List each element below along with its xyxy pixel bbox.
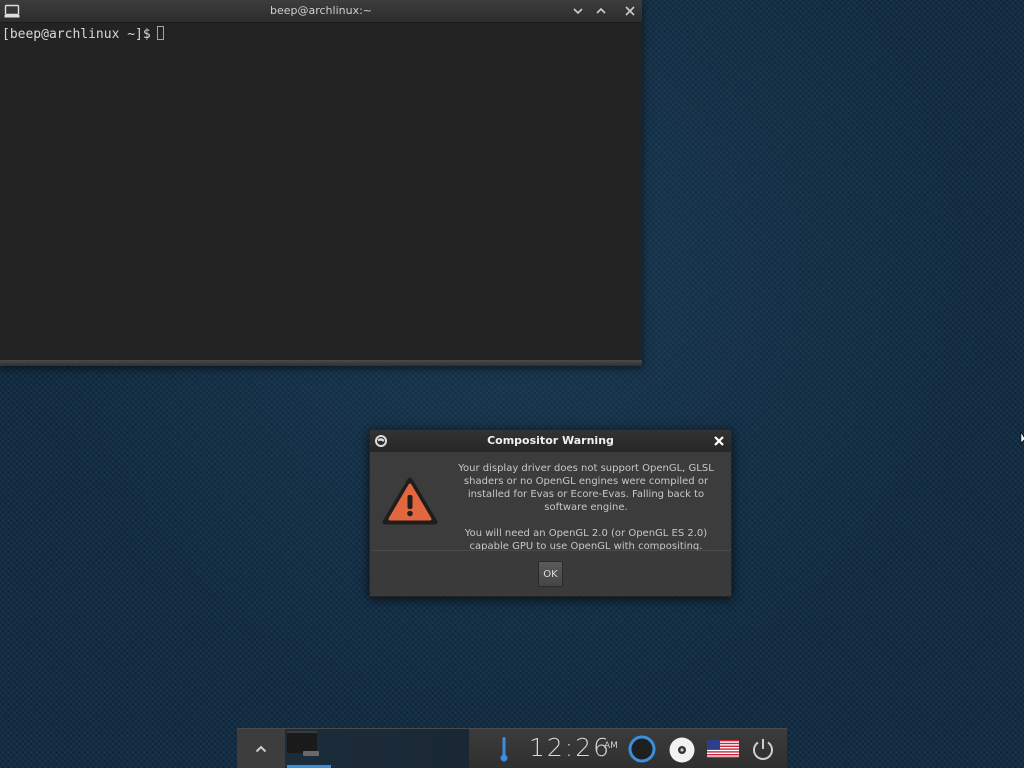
clock-time[interactable]: 12:26 — [529, 733, 611, 762]
compositor-warning-dialog[interactable]: Compositor Warning Your display driver d… — [369, 429, 732, 597]
maximize-chevron-icon — [596, 7, 606, 14]
close-button[interactable] — [621, 3, 639, 19]
dialog-message: Your display driver does not support Ope… — [446, 462, 726, 553]
network-ring-icon[interactable] — [627, 734, 657, 764]
terminal-window[interactable]: beep@archlinux:~ [beep@archlinux ~]$ — [0, 0, 642, 366]
us-flag-icon[interactable] — [707, 740, 739, 758]
dialog-separator — [370, 550, 731, 551]
warning-triangle-icon — [382, 477, 438, 525]
shelf-up-arrow-icon — [255, 745, 267, 753]
disc-icon[interactable] — [668, 736, 696, 764]
shelf-menu-button[interactable] — [237, 729, 285, 768]
clock-ampm: AM — [604, 741, 618, 751]
close-x-icon[interactable] — [711, 433, 727, 449]
terminal-prompt: [beep@archlinux ~]$ — [2, 27, 151, 42]
minimize-button[interactable] — [569, 3, 587, 19]
thermometer-icon[interactable] — [499, 735, 509, 763]
taskbar-terminal-item[interactable] — [287, 731, 331, 768]
dialog-titlebar[interactable]: Compositor Warning — [370, 430, 731, 452]
shelf-right: 12:26 AM — [469, 728, 787, 768]
minimize-chevron-icon — [573, 8, 583, 15]
terminal-bottom-border[interactable] — [0, 360, 642, 366]
ok-button[interactable]: OK — [538, 561, 563, 587]
mouse-pointer-icon — [1020, 432, 1024, 444]
terminal-title: beep@archlinux:~ — [269, 4, 373, 17]
dialog-message-paragraph-1: Your display driver does not support Ope… — [458, 463, 714, 513]
terminal-titlebar[interactable]: beep@archlinux:~ — [0, 0, 642, 23]
shelf-left — [237, 728, 469, 768]
dialog-body: Your display driver does not support Ope… — [370, 452, 731, 553]
power-icon[interactable] — [750, 736, 776, 762]
dialog-title: Compositor Warning — [487, 434, 614, 447]
maximize-button[interactable] — [592, 3, 610, 19]
close-x-icon — [625, 6, 635, 16]
terminal-thumbnail-icon — [287, 731, 319, 756]
terminal-cursor — [156, 26, 164, 40]
terminal-content[interactable]: [beep@archlinux ~]$ — [0, 24, 642, 360]
